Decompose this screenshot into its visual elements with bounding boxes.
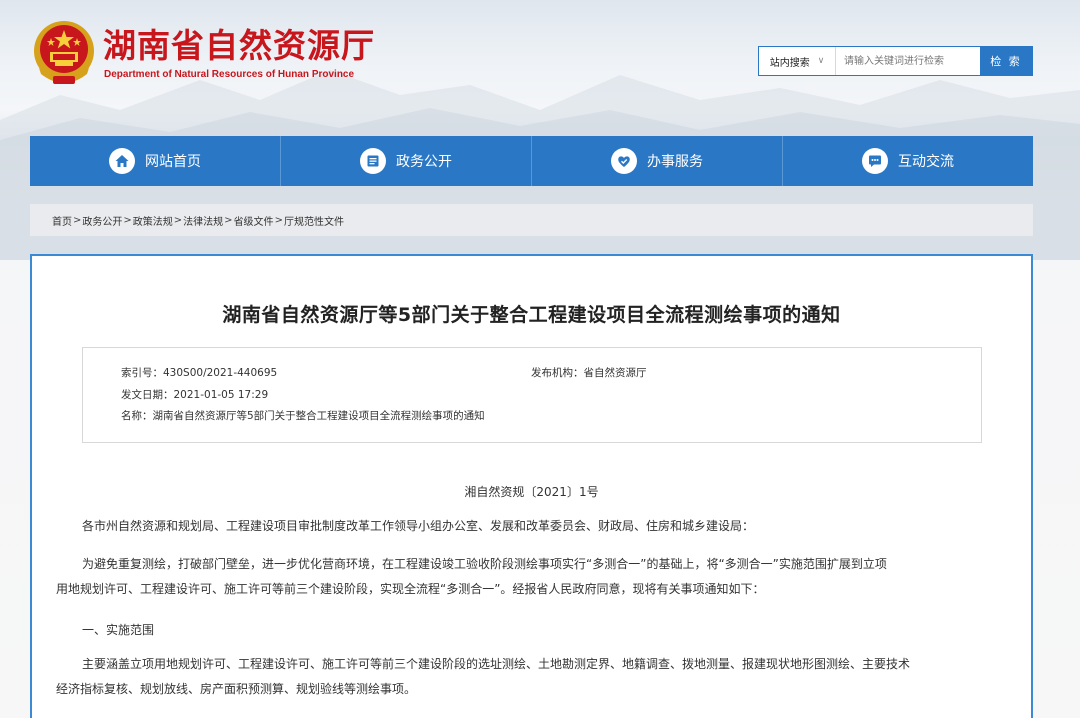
search-input[interactable] [836, 47, 980, 75]
breadcrumb-home[interactable]: 首页 [52, 213, 72, 228]
meta-name-value: 湖南省自然资源厅等5部门关于整合工程建设项目全流程测绘事项的通知 [152, 410, 485, 422]
site-header: 湖南省自然资源厅 Department of Natural Resources… [0, 0, 1080, 130]
home-icon [109, 148, 135, 174]
article-panel: 湖南省自然资源厅等5部门关于整合工程建设项目全流程测绘事项的通知 索引号：430… [30, 254, 1033, 718]
section-heading-1: 一、实施范围 [82, 623, 155, 637]
main-nav: 网站首页 政务公开 办事服务 互动交流 [30, 136, 1033, 186]
handshake-icon [611, 148, 637, 174]
search-button[interactable]: 检 索 [980, 47, 1032, 75]
meta-name-label: 名称： [121, 410, 153, 422]
meta-date-value: 2021-01-05 17:29 [173, 389, 269, 401]
meta-publisher-label: 发布机构： [531, 367, 584, 379]
meta-index: 索引号：430S00/2021-440695 [121, 365, 277, 380]
nav-label-services: 办事服务 [647, 154, 703, 170]
document-number: 湘自然资规〔2021〕1号 [464, 485, 599, 499]
document-list-icon [360, 148, 386, 174]
meta-name: 名称：湖南省自然资源厅等5部门关于整合工程建设项目全流程测绘事项的通知 [121, 408, 485, 423]
meta-date: 发文日期：2021-01-05 17:29 [121, 387, 268, 402]
search-scope-select[interactable]: 站内搜索 ∨ [759, 47, 836, 75]
chat-icon [862, 148, 888, 174]
body-paragraph-1: 为避免重复测绘，打破部门壁垒，进一步优化营商环境，在工程建设竣工验收阶段测绘事项… [56, 557, 887, 596]
site-title-english: Department of Natural Resources of Hunan… [104, 69, 355, 80]
breadcrumb-department-docs[interactable]: 厅规范性文件 [284, 213, 344, 228]
meta-publisher: 发布机构：省自然资源厅 [531, 365, 647, 380]
breadcrumb-government-affairs[interactable]: 政务公开 [82, 213, 122, 228]
meta-index-label: 索引号： [121, 367, 163, 379]
article-title: 湖南省自然资源厅等5部门关于整合工程建设项目全流程测绘事项的通知 [222, 304, 841, 326]
breadcrumb: 首页 > 政务公开 > 政策法规 > 法律法规 > 省级文件 > 厅规范性文件 [30, 204, 1033, 236]
meta-date-label: 发文日期： [121, 389, 174, 401]
nav-item-interaction[interactable]: 互动交流 [783, 136, 1033, 186]
nav-label-government-affairs: 政务公开 [396, 154, 452, 170]
site-title[interactable]: 湖南省自然资源厅 [103, 26, 375, 66]
breadcrumb-policies[interactable]: 政策法规 [133, 213, 173, 228]
body-paragraph-2: 主要涵盖立项用地规划许可、工程建设许可、施工许可等前三个建设阶段的选址测绘、土地… [56, 657, 911, 696]
nav-item-home[interactable]: 网站首页 [30, 136, 281, 186]
search-scope-label: 站内搜索 [769, 57, 810, 69]
search-bar: 站内搜索 ∨ 检 索 [758, 46, 1033, 76]
nav-item-services[interactable]: 办事服务 [532, 136, 783, 186]
meta-index-value: 430S00/2021-440695 [163, 367, 278, 379]
addressee-paragraph: 各市州自然资源和规划局、工程建设项目审批制度改革工作领导小组办公室、发展和改革委… [82, 519, 755, 533]
nav-label-home: 网站首页 [145, 154, 201, 170]
national-emblem-icon[interactable] [31, 18, 97, 90]
nav-label-interaction: 互动交流 [898, 154, 954, 170]
breadcrumb-provincial-docs[interactable]: 省级文件 [234, 213, 274, 228]
breadcrumb-laws[interactable]: 法律法规 [183, 213, 223, 228]
chevron-down-icon: ∨ [817, 56, 825, 66]
nav-item-government-affairs[interactable]: 政务公开 [281, 136, 532, 186]
article-meta-box: 索引号：430S00/2021-440695 发布机构：省自然资源厅 发文日期：… [82, 347, 982, 443]
meta-publisher-value: 省自然资源厅 [583, 367, 647, 379]
